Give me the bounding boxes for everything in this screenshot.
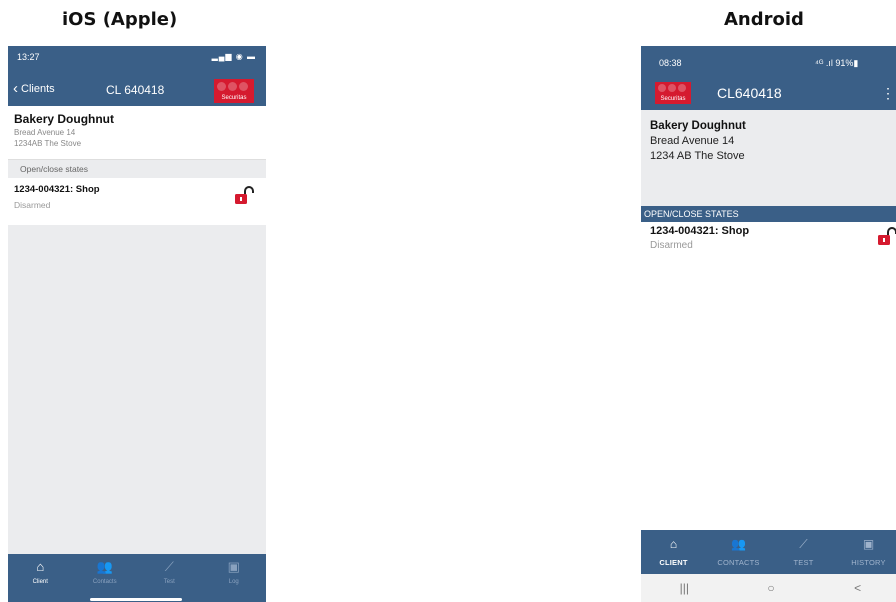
- client-address-line2: 1234 AB The Stove: [650, 150, 745, 162]
- section-header: OPEN/CLOSE STATES: [641, 206, 896, 222]
- home-indicator[interactable]: [90, 598, 182, 601]
- tab-test[interactable]: ⟋ TEST: [771, 530, 836, 574]
- tab-client[interactable]: ⌂ CLIENT: [641, 530, 706, 574]
- list-item[interactable]: 1234-004321: Shop Disarmed: [8, 178, 266, 225]
- tab-contacts[interactable]: 👥 Contacts: [73, 554, 138, 602]
- home-icon: ⌂: [36, 559, 45, 574]
- state-title: 1234-004321: Shop: [650, 225, 750, 237]
- chevron-left-icon: ‹: [13, 80, 18, 97]
- test-wand-icon: ⟋: [164, 559, 174, 574]
- client-name: Bakery Doughnut: [650, 120, 746, 132]
- securitas-logo: Securitas: [655, 82, 691, 104]
- test-wand-icon: ⟋: [799, 537, 808, 551]
- clipboard-icon: ▣: [227, 559, 240, 574]
- home-circle-icon[interactable]: ○: [728, 581, 815, 595]
- tab-bar: ⌂ Client 👥 Contacts ⟋ Test ▣ Log: [8, 554, 266, 602]
- system-navigation-bar: ||| ○ <: [641, 574, 896, 602]
- status-time: 13:27: [17, 52, 40, 62]
- state-title: 1234-004321: Shop: [14, 184, 100, 195]
- bottom-navigation: ⌂ CLIENT 👥 CONTACTS ⟋ TEST ▣ HISTORY: [641, 530, 896, 574]
- tab-client[interactable]: ⌂ Client: [8, 554, 73, 602]
- tab-history[interactable]: ▣ HISTORY: [836, 530, 896, 574]
- home-icon: ⌂: [669, 537, 678, 551]
- open-lock-icon: [235, 186, 254, 204]
- tab-log[interactable]: ▣ Log: [202, 554, 267, 602]
- contacts-icon: 👥: [96, 559, 113, 574]
- tab-test[interactable]: ⟋ Test: [137, 554, 202, 602]
- page-title: CL 640418: [106, 83, 165, 97]
- section-header: Open/close states: [8, 159, 266, 178]
- ios-heading: iOS (Apple): [62, 9, 178, 30]
- contacts-icon: 👥: [731, 537, 746, 551]
- ios-header: 13:27 ▂▄▆ ◉ ▬ ‹ Clients CL 640418 Securi…: [8, 46, 266, 106]
- status-icons: ⁴ᴳ .ıl 91%▮: [815, 58, 859, 68]
- page-title: CL640418: [717, 85, 782, 101]
- android-header: 08:38 ⁴ᴳ .ıl 91%▮ Securitas CL640418 ⋮: [641, 46, 896, 110]
- clipboard-icon: ▣: [862, 537, 875, 551]
- client-address-line1: Bread Avenue 14: [650, 135, 735, 147]
- state-status: Disarmed: [14, 200, 51, 210]
- status-time: 08:38: [659, 58, 682, 68]
- ios-screen: 13:27 ▂▄▆ ◉ ▬ ‹ Clients CL 640418 Securi…: [8, 46, 266, 602]
- open-lock-icon: [878, 227, 896, 245]
- back-icon[interactable]: <: [814, 581, 896, 595]
- client-address-line2: 1234AB The Stove: [14, 139, 82, 148]
- android-screen: 08:38 ⁴ᴳ .ıl 91%▮ Securitas CL640418 ⋮ B…: [641, 46, 896, 602]
- recent-apps-icon[interactable]: |||: [641, 581, 728, 595]
- back-button[interactable]: ‹ Clients: [13, 80, 55, 97]
- securitas-logo: Securitas: [214, 79, 254, 103]
- state-status: Disarmed: [650, 240, 693, 251]
- list-item[interactable]: 1234-004321: Shop Disarmed: [641, 222, 896, 258]
- client-name: Bakery Doughnut: [14, 112, 115, 126]
- tab-contacts[interactable]: 👥 CONTACTS: [706, 530, 771, 574]
- client-card: Bakery Doughnut Bread Avenue 14 1234AB T…: [8, 106, 266, 159]
- more-vert-icon[interactable]: ⋮: [881, 85, 895, 102]
- android-heading: Android: [724, 9, 804, 30]
- client-address-line1: Bread Avenue 14: [14, 128, 76, 137]
- client-card: Bakery Doughnut Bread Avenue 14 1234 AB …: [641, 110, 896, 192]
- back-label: Clients: [21, 83, 55, 95]
- status-icons: ▂▄▆ ◉ ▬: [211, 52, 256, 61]
